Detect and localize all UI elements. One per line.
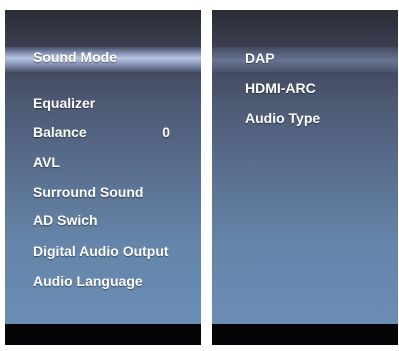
menu-item-ad-switch[interactable]: AD Swich: [5, 208, 201, 232]
sound-mode-submenu-panel: DAP HDMI-ARC Audio Type: [212, 10, 398, 345]
submenu-item-hdmi-arc[interactable]: HDMI-ARC: [212, 76, 398, 100]
menu-item-avl[interactable]: AVL: [5, 150, 201, 174]
menu-item-label: AVL: [33, 154, 60, 170]
menu-item-label: Equalizer: [33, 95, 96, 111]
menu-item-label: Audio Language: [33, 273, 143, 289]
menu-item-label: Surround Sound: [33, 184, 144, 200]
panel-footer-bar: [212, 324, 398, 345]
menu-item-label: AD Swich: [33, 212, 98, 228]
menu-item-balance[interactable]: Balance 0: [5, 120, 201, 144]
submenu-item-dap[interactable]: DAP: [212, 46, 398, 70]
menu-item-surround-sound[interactable]: Surround Sound: [5, 180, 201, 204]
submenu-item-label: DAP: [245, 50, 275, 66]
menu-item-digital-audio-output[interactable]: Digital Audio Output: [5, 239, 201, 263]
menu-item-label: Sound Mode: [33, 49, 117, 65]
menu-item-equalizer[interactable]: Equalizer: [5, 91, 201, 115]
tv-sound-menu-screen: Sound Mode Equalizer Balance 0 AVL Surro…: [0, 0, 399, 351]
submenu-item-audio-type[interactable]: Audio Type: [212, 106, 398, 130]
menu-item-sound-mode[interactable]: Sound Mode: [5, 45, 201, 69]
submenu-item-label: HDMI-ARC: [245, 80, 316, 96]
submenu-item-label: Audio Type: [245, 110, 321, 126]
menu-item-label: Digital Audio Output: [33, 243, 169, 259]
menu-item-label: Balance: [33, 124, 87, 140]
panel-footer-bar: [5, 324, 201, 345]
balance-value: 0: [162, 124, 170, 140]
sound-settings-panel: Sound Mode Equalizer Balance 0 AVL Surro…: [5, 10, 201, 345]
menu-item-audio-language[interactable]: Audio Language: [5, 269, 201, 293]
